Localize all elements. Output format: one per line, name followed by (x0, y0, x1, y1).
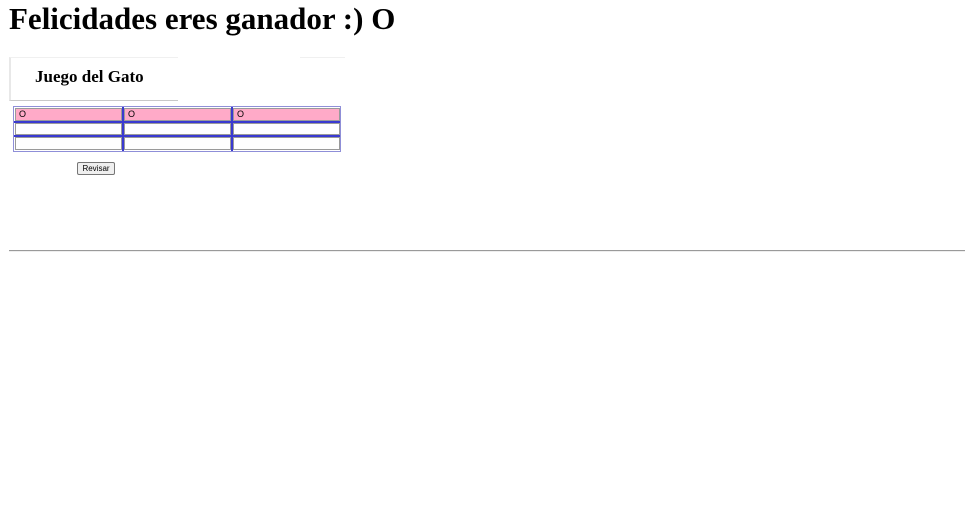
winner-message: Felicidades eres ganador :) O (9, 1, 396, 36)
board-row-line (14, 135, 340, 137)
board-cell-0-2[interactable]: O (233, 108, 340, 121)
game-title: Juego del Gato (35, 67, 144, 86)
board-column-line (122, 107, 124, 151)
horizontal-rule (9, 250, 965, 252)
board-row-line (14, 121, 340, 123)
board-cell-0-0[interactable]: O (15, 108, 122, 121)
board-column-line (231, 107, 233, 151)
board-cell-2-2[interactable] (233, 137, 340, 150)
check-button[interactable]: Revisar (77, 162, 115, 175)
game-board: O O O (13, 106, 341, 152)
board-cell-1-2[interactable] (233, 123, 340, 135)
title-frame-edge (300, 57, 345, 58)
board-cell-1-1[interactable] (124, 123, 231, 135)
board-cell-2-0[interactable] (15, 137, 122, 150)
board-cell-1-0[interactable] (15, 123, 122, 135)
board-cell-0-1[interactable]: O (124, 108, 231, 121)
board-cell-2-1[interactable] (124, 137, 231, 150)
page: Felicidades eres ganador :) O Juego del … (0, 0, 965, 524)
